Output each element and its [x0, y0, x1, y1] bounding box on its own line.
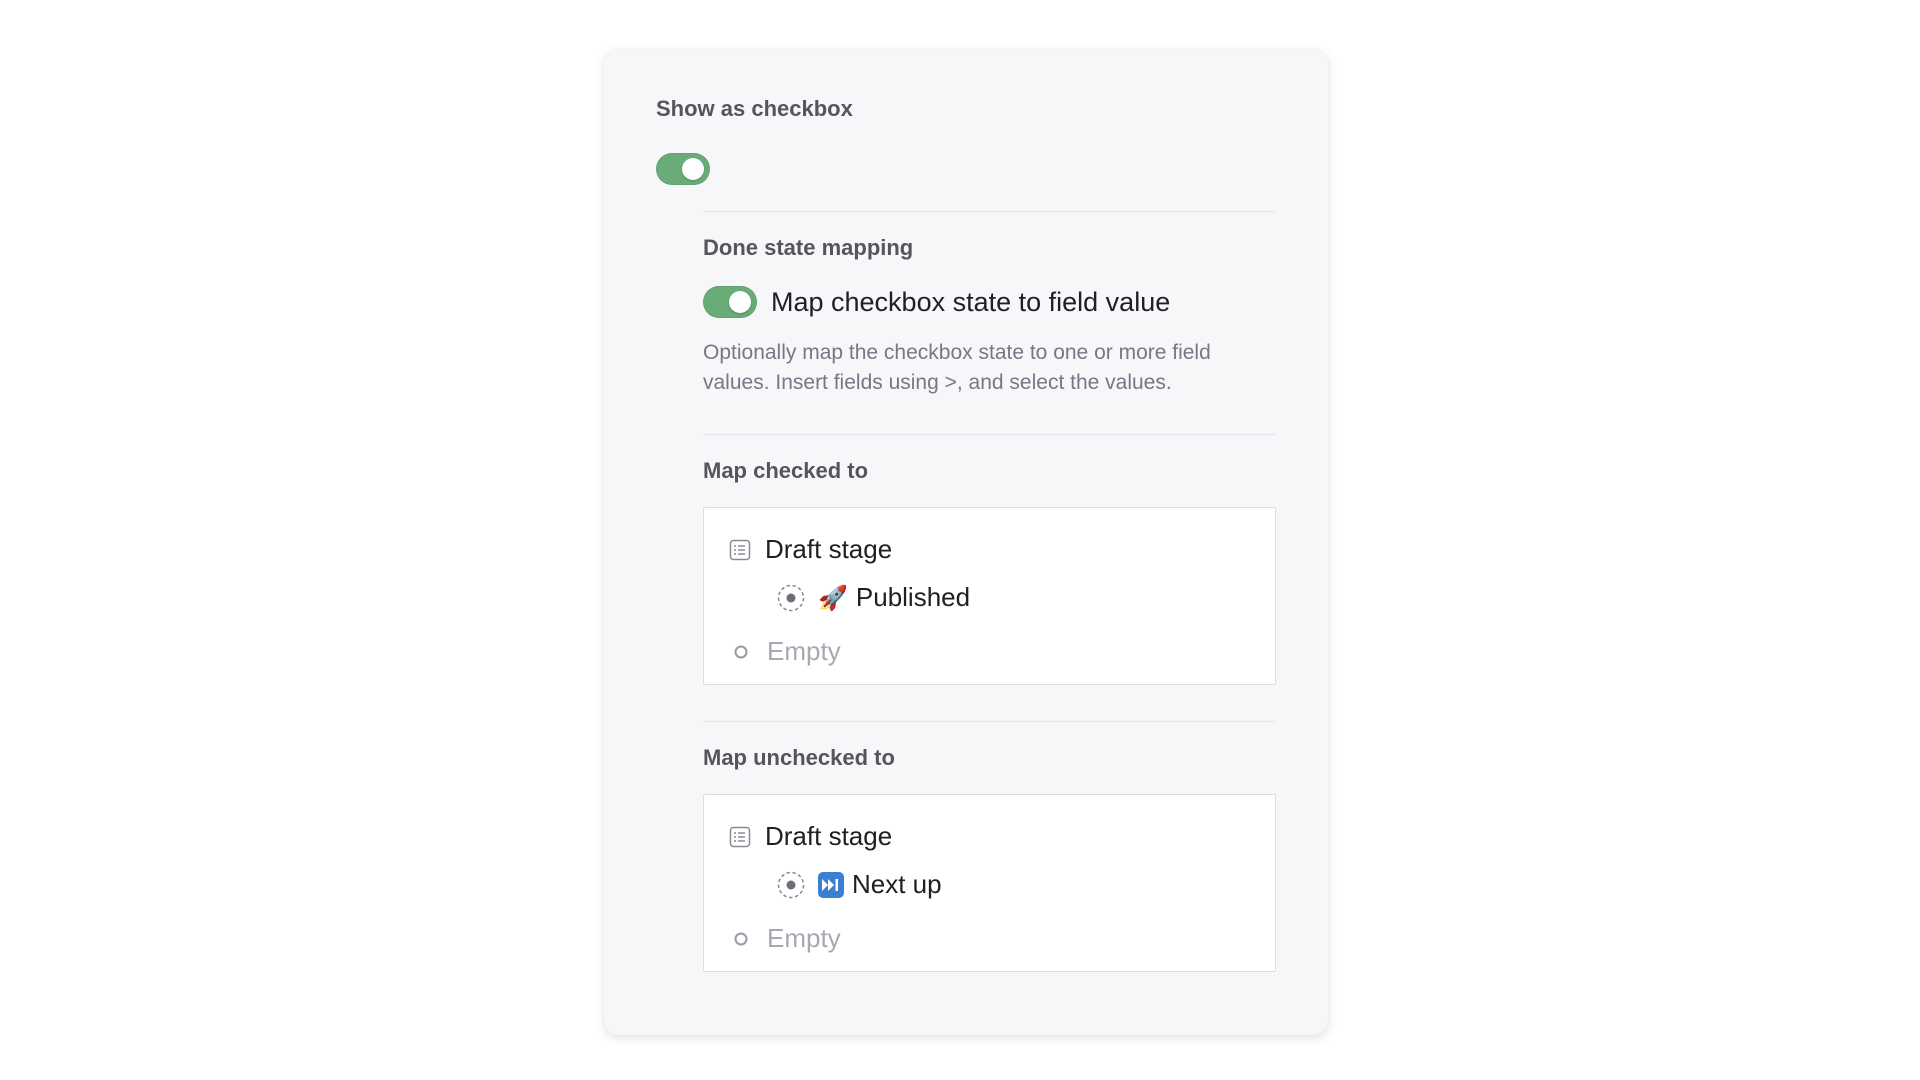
divider [703, 211, 1276, 212]
divider [703, 434, 1276, 435]
field-token[interactable]: Draft stage [729, 534, 892, 565]
field-name: Draft stage [765, 821, 893, 851]
map-checked-input[interactable]: Draft stage 🚀 Published Empty [703, 507, 1276, 685]
value-token[interactable]: Next up [776, 869, 942, 900]
show-as-checkbox-toggle[interactable] [656, 153, 710, 185]
done-state-section: Done state mapping Map checkbox state to… [703, 211, 1276, 972]
empty-label: Empty [767, 636, 841, 666]
value-token[interactable]: 🚀 Published [776, 582, 970, 613]
map-unchecked-input[interactable]: Draft stage Next up Empty [703, 794, 1276, 972]
map-checkbox-state-label: Map checkbox state to field value [771, 286, 1171, 317]
show-as-checkbox-label: Show as checkbox [656, 96, 853, 121]
divider [703, 721, 1276, 722]
field-name: Draft stage [765, 534, 893, 564]
status-radio-icon [776, 583, 806, 613]
empty-label: Empty [767, 923, 841, 953]
empty-circle-icon [734, 645, 748, 659]
empty-option[interactable]: Empty [734, 636, 841, 667]
list-icon [729, 539, 751, 561]
fast-forward-icon [818, 871, 844, 898]
empty-option[interactable]: Empty [734, 923, 841, 954]
value-label: Published [855, 582, 971, 612]
settings-panel: Show as checkbox Done state mapping Map … [604, 49, 1328, 1035]
toggle-knob [682, 158, 704, 180]
map-checkbox-state-toggle[interactable] [703, 286, 757, 318]
map-checked-label: Map checked to [703, 458, 869, 483]
list-icon [729, 826, 751, 848]
empty-circle-icon [734, 932, 748, 946]
toggle-knob [729, 291, 751, 313]
value-label: Next up [852, 869, 942, 899]
done-state-mapping-label: Done state mapping [703, 235, 914, 260]
map-unchecked-label: Map unchecked to [703, 745, 895, 770]
done-state-description: Optionally map the checkbox state to one… [703, 341, 1211, 394]
map-checkbox-toggle-row: Map checkbox state to field value [703, 286, 1276, 318]
status-radio-icon [776, 870, 806, 900]
field-token[interactable]: Draft stage [729, 821, 892, 852]
rocket-icon: 🚀 [818, 583, 848, 612]
